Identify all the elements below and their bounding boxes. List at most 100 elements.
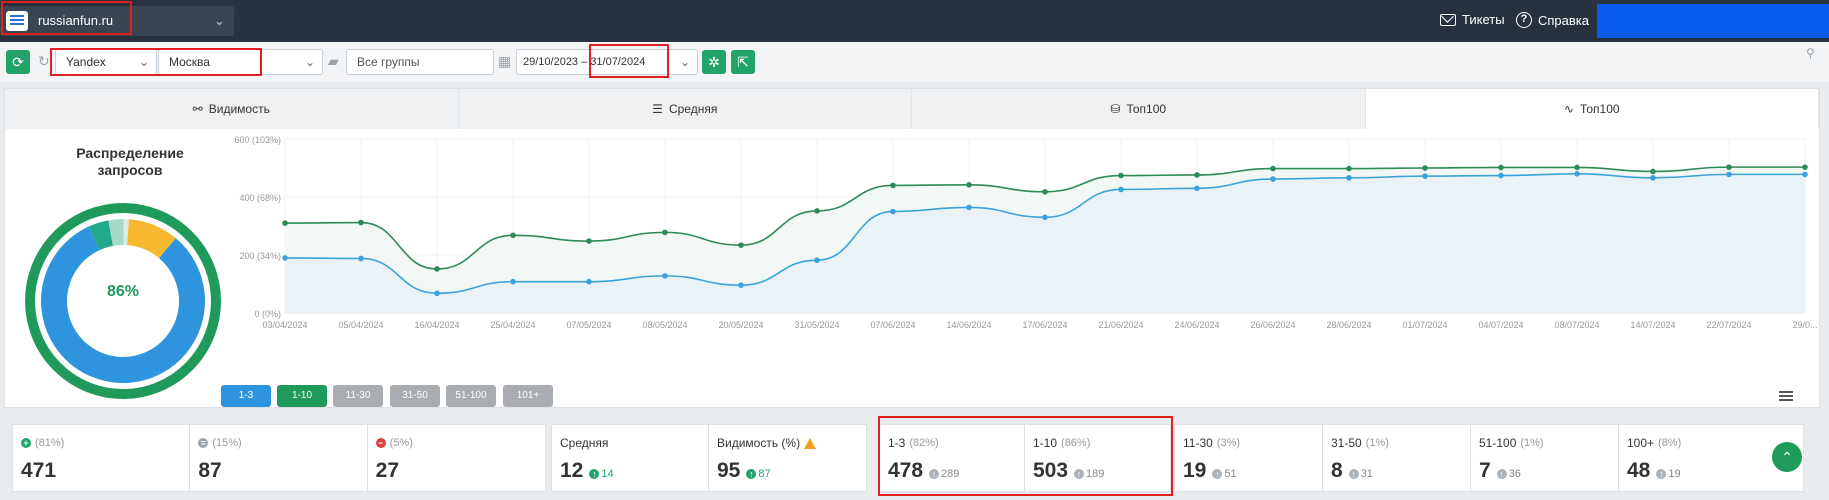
- data-point-1-3[interactable]: [890, 208, 896, 215]
- groups-select[interactable]: Все группы: [346, 49, 494, 75]
- highlight-box: [878, 416, 1173, 496]
- tab-visibility[interactable]: ⚯ Видимость: [5, 89, 459, 129]
- stat-label: Средняя: [560, 436, 609, 450]
- data-point-1-10[interactable]: [586, 238, 592, 244]
- stat-delta: 36: [1508, 468, 1521, 480]
- range-button-51-100[interactable]: 51-100: [446, 385, 496, 407]
- settings-button[interactable]: ✲: [702, 50, 726, 74]
- data-point-1-3[interactable]: [434, 290, 440, 297]
- data-point-1-10[interactable]: [1650, 168, 1656, 175]
- data-point-1-10[interactable]: [1726, 164, 1732, 170]
- range-button-1-10[interactable]: 1-10: [277, 385, 327, 407]
- data-point-1-3[interactable]: [586, 278, 592, 285]
- up-arrow-icon: ↑: [1656, 469, 1667, 479]
- data-point-1-3[interactable]: [662, 273, 668, 279]
- tab-label: Средняя: [668, 102, 718, 116]
- tab-top100[interactable]: ⛁ Топ100: [912, 89, 1366, 129]
- menu-icon[interactable]: [1779, 391, 1793, 393]
- stat-improved: + (81%) 471: [13, 425, 191, 491]
- data-point-1-3[interactable]: [1118, 186, 1124, 193]
- up-arrow-icon: ↑: [1348, 469, 1359, 479]
- stat-value: 95: [717, 459, 741, 482]
- data-point-1-10[interactable]: [1270, 165, 1276, 172]
- scroll-top-button[interactable]: ⌃: [1772, 442, 1802, 472]
- stat-label: 100+: [1627, 436, 1655, 450]
- data-point-1-10[interactable]: [1194, 172, 1200, 178]
- pin-icon[interactable]: ⚲: [1806, 46, 1815, 60]
- data-point-1-10[interactable]: [1346, 165, 1352, 172]
- up-arrow-icon: ↑: [1496, 469, 1507, 479]
- tab-average[interactable]: ☰ Средняя: [458, 89, 912, 129]
- data-point-1-3[interactable]: [1194, 185, 1200, 192]
- y-tick-label: 200 (34%): [239, 251, 281, 261]
- stat-value: 19: [1183, 459, 1207, 482]
- range-button-1-3[interactable]: 1-3: [221, 385, 271, 407]
- chevron-down-icon: ⌄: [214, 13, 225, 28]
- data-point-1-3[interactable]: [1802, 171, 1808, 178]
- data-point-1-3[interactable]: [814, 257, 820, 264]
- tickets-label: Тикеты: [1462, 12, 1505, 27]
- data-point-1-3[interactable]: [966, 204, 972, 211]
- x-tick-label: 16/04/2024: [414, 320, 459, 330]
- range-button-101+[interactable]: 101+: [503, 385, 553, 407]
- tickets-link[interactable]: Тикеты: [1440, 12, 1505, 27]
- mail-icon: [1440, 13, 1456, 26]
- data-point-1-3[interactable]: [282, 255, 288, 261]
- data-point-1-10[interactable]: [1498, 164, 1504, 171]
- stat-delta: 51: [1224, 468, 1237, 480]
- x-tick-label: 01/07/2024: [1402, 320, 1447, 330]
- data-point-1-10[interactable]: [358, 219, 364, 226]
- data-point-1-3[interactable]: [1650, 175, 1656, 181]
- data-point-1-10[interactable]: [966, 182, 972, 188]
- range-button-11-30[interactable]: 11-30: [333, 385, 383, 407]
- range-button-31-50[interactable]: 31-50: [390, 385, 440, 407]
- help-link[interactable]: ? Справка: [1516, 12, 1589, 28]
- stat-31-50: 31-50 (1%) 8 ↑ 31: [1323, 425, 1471, 491]
- data-point-1-3[interactable]: [1422, 173, 1428, 179]
- data-point-1-10[interactable]: [434, 266, 440, 272]
- x-tick-label: 07/06/2024: [870, 320, 915, 330]
- data-point-1-3[interactable]: [1726, 171, 1732, 178]
- data-point-1-10[interactable]: [1422, 165, 1428, 171]
- stat-delta: 87: [758, 468, 771, 480]
- calendar-icon: ▦: [498, 53, 512, 69]
- data-point-1-10[interactable]: [738, 242, 744, 248]
- account-banner[interactable]: [1597, 4, 1829, 38]
- data-point-1-10[interactable]: [282, 220, 288, 226]
- data-point-1-3[interactable]: [1574, 171, 1580, 177]
- stat-visibility: Видимость (%) 95 ↑ 87: [709, 425, 866, 491]
- stat-unchanged: = (15%) 87: [190, 425, 368, 491]
- x-tick-label: 05/04/2024: [338, 320, 383, 330]
- data-point-1-10[interactable]: [1042, 188, 1048, 195]
- data-point-1-10[interactable]: [1118, 172, 1124, 179]
- stat-pct: (3%): [1216, 437, 1241, 449]
- data-point-1-3[interactable]: [1346, 175, 1352, 181]
- stat-pct: (5%): [389, 437, 413, 449]
- tab-top100-trend[interactable]: ∿ Топ100: [1365, 89, 1819, 129]
- stat-average: Средняя 12 ↑ 14: [552, 425, 709, 491]
- export-button[interactable]: ⇱: [731, 50, 755, 74]
- data-point-1-3[interactable]: [358, 255, 364, 262]
- data-point-1-10[interactable]: [510, 232, 516, 239]
- data-point-1-3[interactable]: [510, 278, 516, 285]
- x-tick-label: 14/07/2024: [1630, 320, 1675, 330]
- data-point-1-10[interactable]: [890, 182, 896, 189]
- data-point-1-10[interactable]: [1802, 164, 1808, 170]
- data-point-1-10[interactable]: [814, 208, 820, 214]
- data-point-1-10[interactable]: [662, 229, 668, 236]
- refresh-button[interactable]: ⟳: [6, 50, 30, 74]
- up-arrow-icon: ↑: [746, 469, 757, 479]
- chevron-down-icon: ⌄: [679, 55, 690, 69]
- stat-declined: − (5%) 27: [368, 425, 545, 491]
- data-point-1-3[interactable]: [1498, 172, 1504, 179]
- x-tick-label: 08/05/2024: [642, 320, 687, 330]
- data-point-1-3[interactable]: [1042, 214, 1048, 221]
- y-tick-label: 400 (68%): [239, 193, 281, 203]
- warning-icon[interactable]: [804, 437, 817, 449]
- stat-pct: (8%): [1658, 437, 1682, 449]
- data-point-1-10[interactable]: [1574, 164, 1580, 171]
- data-point-1-3[interactable]: [738, 282, 744, 288]
- stat-label: Видимость (%): [717, 436, 801, 450]
- data-point-1-3[interactable]: [1270, 176, 1276, 182]
- x-tick-label: 22/07/2024: [1706, 320, 1751, 330]
